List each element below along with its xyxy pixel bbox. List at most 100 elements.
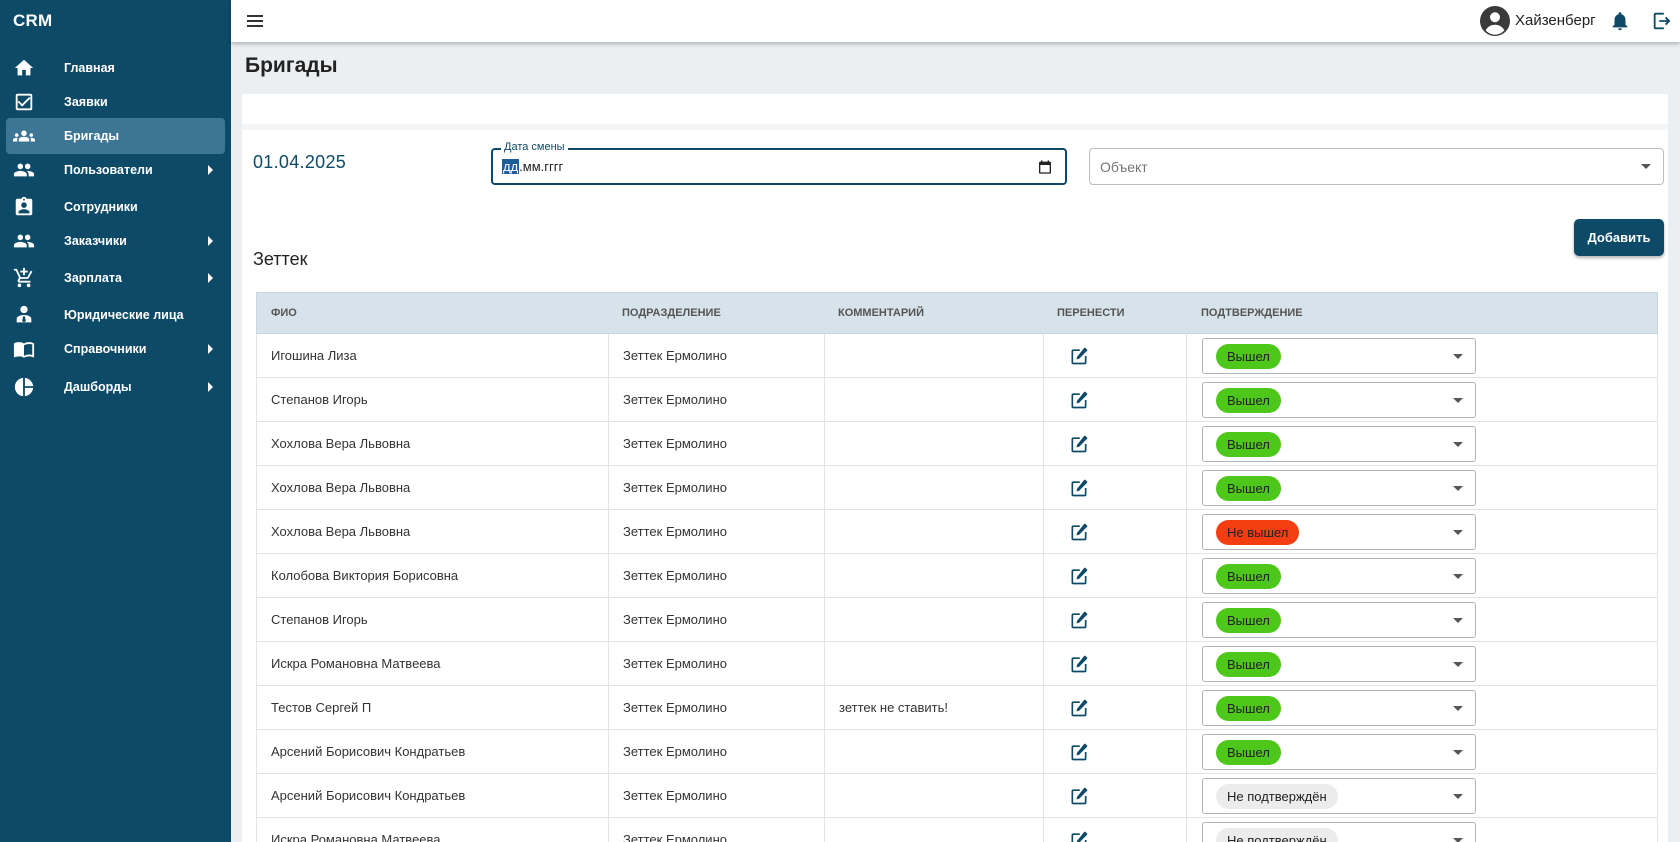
table-row: Игошина Лиза Зеттек Ермолино Вышел: [256, 334, 1658, 378]
chevron-down-icon[interactable]: [1453, 398, 1463, 403]
employee-name: Хохлова Вера Львовна: [271, 524, 411, 539]
chevron-down-icon[interactable]: [1453, 750, 1463, 755]
edit-icon[interactable]: [1069, 830, 1089, 842]
chevron-down-icon[interactable]: [1453, 794, 1463, 799]
page-title: Бригады: [245, 54, 338, 77]
date-rest-segment[interactable]: .мм.гггг: [519, 159, 563, 174]
edit-icon[interactable]: [1069, 566, 1089, 586]
username[interactable]: Хайзенберг: [1515, 12, 1596, 29]
chevron-right-icon[interactable]: [208, 236, 213, 246]
confirmation-select[interactable]: Не вышел: [1202, 514, 1476, 550]
confirmation-select[interactable]: Не подтверждён: [1202, 778, 1476, 814]
edit-icon[interactable]: [1069, 390, 1089, 410]
employee-name: Хохлова Вера Львовна: [271, 480, 411, 495]
date-day-segment[interactable]: дд: [502, 159, 520, 174]
chevron-down-icon[interactable]: [1453, 354, 1463, 359]
brigade-table: ФИО ПОДРАЗДЕЛЕНИЕ КОММЕНТАРИЙ ПЕРЕНЕСТИ ПОДТ…: [256, 292, 1658, 842]
badge-icon: [13, 196, 35, 218]
sidebar-item-6[interactable]: Зарплата: [6, 260, 225, 296]
app-logo[interactable]: CRM: [13, 11, 52, 31]
confirmation-select[interactable]: Вышел: [1202, 470, 1476, 506]
confirmation-select[interactable]: Не подтверждён: [1202, 822, 1476, 842]
edit-icon[interactable]: [1069, 742, 1089, 762]
menu-toggle-icon[interactable]: [245, 11, 265, 31]
sidebar-item-4[interactable]: Сотрудники: [6, 189, 225, 225]
chevron-down-icon[interactable]: [1453, 662, 1463, 667]
chevron-down-icon[interactable]: [1453, 706, 1463, 711]
chevron-down-icon[interactable]: [1453, 618, 1463, 623]
shift-date-value[interactable]: дд.мм.гггг: [502, 159, 563, 174]
chevron-down-icon[interactable]: [1453, 530, 1463, 535]
chevron-down-icon[interactable]: [1453, 574, 1463, 579]
column-header[interactable]: ПОДРАЗДЕЛЕНИЕ: [622, 307, 721, 319]
chevron-right-icon[interactable]: [208, 165, 213, 175]
edit-icon[interactable]: [1069, 786, 1089, 806]
edit-icon[interactable]: [1069, 346, 1089, 366]
sidebar-item-2[interactable]: Бригады: [6, 118, 225, 154]
calendar-icon[interactable]: [1037, 159, 1053, 175]
table-cell: [1044, 642, 1187, 686]
bell-icon[interactable]: [1609, 10, 1631, 32]
logout-icon[interactable]: [1651, 10, 1673, 32]
card-divider: [242, 124, 1668, 130]
column-header[interactable]: ФИО: [271, 307, 297, 319]
add-button[interactable]: Добавить: [1574, 219, 1664, 256]
comment-text: зеттек не ставить!: [839, 700, 948, 715]
column-header[interactable]: ПЕРЕНЕСТИ: [1057, 307, 1125, 319]
chevron-down-icon[interactable]: [1453, 838, 1463, 842]
shift-date-input[interactable]: Дата смены дд.мм.гггг: [491, 141, 1067, 185]
avatar-icon[interactable]: [1480, 6, 1510, 36]
confirmation-select[interactable]: Вышел: [1202, 734, 1476, 770]
status-badge: Вышел: [1216, 652, 1281, 677]
edit-icon[interactable]: [1069, 434, 1089, 454]
sidebar-item-3[interactable]: Пользователи: [6, 152, 225, 188]
status-badge: Не подтверждён: [1216, 828, 1338, 842]
chevron-right-icon[interactable]: [208, 273, 213, 283]
confirmation-select[interactable]: Вышел: [1202, 382, 1476, 418]
column-header[interactable]: КОММЕНТАРИЙ: [838, 307, 924, 319]
edit-icon[interactable]: [1069, 654, 1089, 674]
table-cell: [825, 554, 1044, 598]
chevron-right-icon[interactable]: [208, 382, 213, 392]
table-row: Искра Романовна Матвеева Зеттек Ермолино В…: [256, 642, 1658, 686]
division-name: Зеттек Ермолино: [623, 436, 727, 451]
chevron-right-icon[interactable]: [208, 344, 213, 354]
table-cell: [1044, 598, 1187, 642]
confirmation-select[interactable]: Вышел: [1202, 558, 1476, 594]
confirmation-select[interactable]: Вышел: [1202, 690, 1476, 726]
chevron-down-icon[interactable]: [1453, 442, 1463, 447]
chevron-down-icon[interactable]: [1453, 486, 1463, 491]
division-name: Зеттек Ермолино: [623, 524, 727, 539]
table-cell: [1044, 818, 1187, 842]
table-cell: [1044, 334, 1187, 378]
edit-icon[interactable]: [1069, 610, 1089, 630]
division-name: Зеттек Ермолино: [623, 612, 727, 627]
table-cell: [825, 334, 1044, 378]
sidebar-item-5[interactable]: Заказчики: [6, 223, 225, 259]
confirmation-select[interactable]: Вышел: [1202, 338, 1476, 374]
sidebar-item-7[interactable]: Юридические лица: [6, 297, 225, 333]
sidebar-item-8[interactable]: Справочники: [6, 331, 225, 367]
table-cell: [825, 422, 1044, 466]
object-select[interactable]: Объект: [1089, 148, 1664, 185]
table-row: Хохлова Вера Львовна Зеттек Ермолино Вышел: [256, 466, 1658, 510]
column-header[interactable]: ПОДТВЕРЖДЕНИЕ: [1201, 307, 1303, 319]
sidebar-item-9[interactable]: Дашборды: [6, 369, 225, 405]
edit-icon[interactable]: [1069, 522, 1089, 542]
table-cell: [1044, 466, 1187, 510]
sidebar-item-0[interactable]: Главная: [6, 50, 225, 86]
status-badge: Вышел: [1216, 388, 1281, 413]
shift-date-display: 01.04.2025: [253, 152, 347, 172]
sidebar-item-label: Заказчики: [64, 234, 127, 248]
confirmation-select[interactable]: Вышел: [1202, 646, 1476, 682]
table-cell: [1044, 686, 1187, 730]
table-row: Хохлова Вера Львовна Зеттек Ермолино Вышел: [256, 422, 1658, 466]
confirmation-select[interactable]: Вышел: [1202, 602, 1476, 638]
table-cell: [1044, 422, 1187, 466]
employee-name: Колобова Виктория Борисовна: [271, 568, 459, 583]
edit-icon[interactable]: [1069, 698, 1089, 718]
edit-icon[interactable]: [1069, 478, 1089, 498]
chevron-down-icon[interactable]: [1641, 164, 1651, 169]
confirmation-select[interactable]: Вышел: [1202, 426, 1476, 462]
sidebar-item-1[interactable]: Заявки: [6, 84, 225, 120]
